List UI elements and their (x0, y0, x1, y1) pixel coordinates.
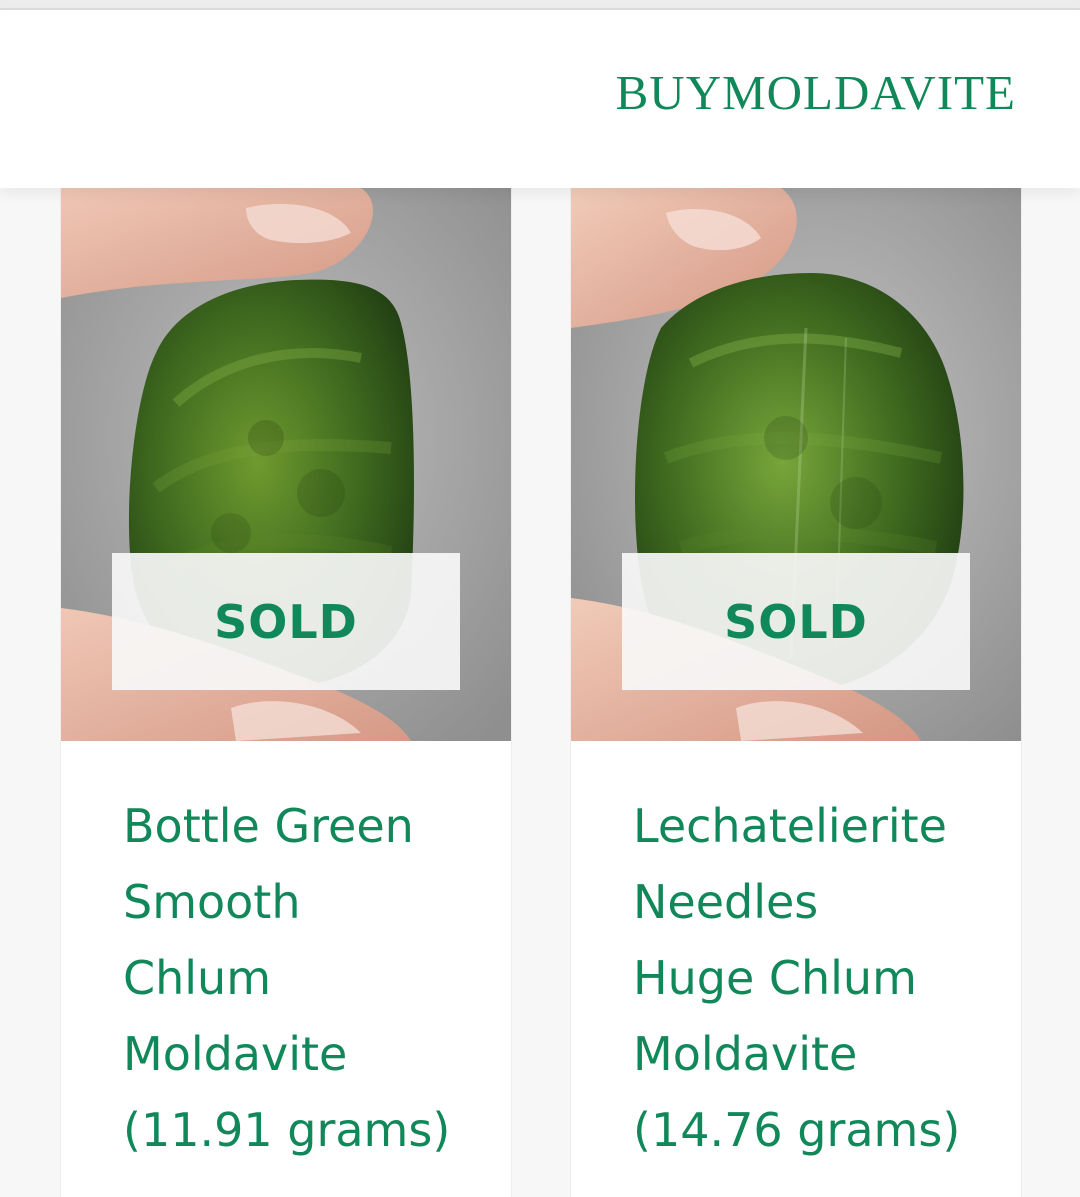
product-title-link[interactable]: Lechatelierite Needles Huge Chlum Moldav… (633, 788, 993, 1168)
product-card[interactable]: SOLD Bottle Green Smooth Chlum Moldavite… (60, 188, 512, 1197)
site-logo[interactable]: BUYMOLDAVITE (616, 68, 1016, 117)
sold-label: SOLD (724, 594, 868, 649)
browser-top-edge (0, 0, 1080, 10)
product-image[interactable]: SOLD (61, 188, 511, 741)
sold-label: SOLD (214, 594, 358, 649)
site-header: BUYMOLDAVITE (0, 10, 1080, 188)
product-title-link[interactable]: Bottle Green Smooth Chlum Moldavite (11.… (123, 788, 483, 1168)
product-card[interactable]: SOLD Lechatelierite Needles Huge Chlum M… (570, 188, 1022, 1197)
sold-overlay: SOLD (112, 553, 460, 690)
product-image[interactable]: SOLD (571, 188, 1021, 741)
sold-overlay: SOLD (622, 553, 970, 690)
